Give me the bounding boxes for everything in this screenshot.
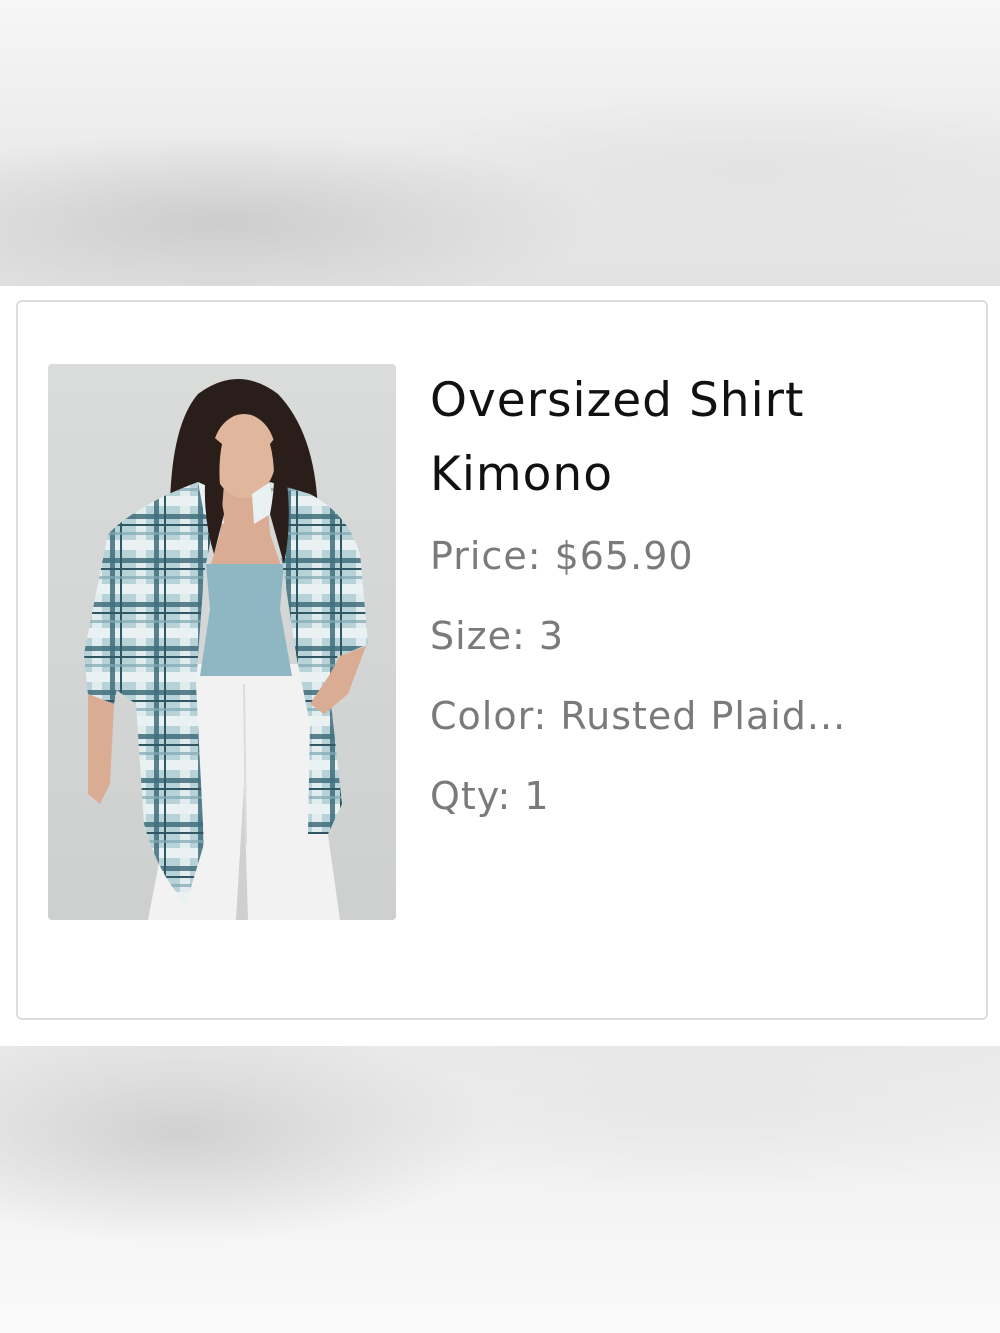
product-price: Price: $65.90 <box>430 534 694 578</box>
cart-item-card: Oversized Shirt Kimono Price: $65.90 Siz… <box>16 300 988 1020</box>
product-image[interactable] <box>48 364 396 920</box>
blurred-background-top <box>0 0 1000 286</box>
blurred-background-bottom <box>0 1046 1000 1333</box>
product-info: Oversized Shirt Kimono Price: $65.90 Siz… <box>430 364 970 836</box>
product-title[interactable]: Oversized Shirt Kimono <box>430 364 970 512</box>
product-quantity: Qty: 1 <box>430 774 550 818</box>
product-title-line-2: Kimono <box>430 447 613 502</box>
product-size: Size: 3 <box>430 614 565 658</box>
product-photo-illustration <box>48 364 396 920</box>
product-title-line-1: Oversized Shirt <box>430 373 805 428</box>
product-color: Color: Rusted Plaid... <box>430 694 847 738</box>
